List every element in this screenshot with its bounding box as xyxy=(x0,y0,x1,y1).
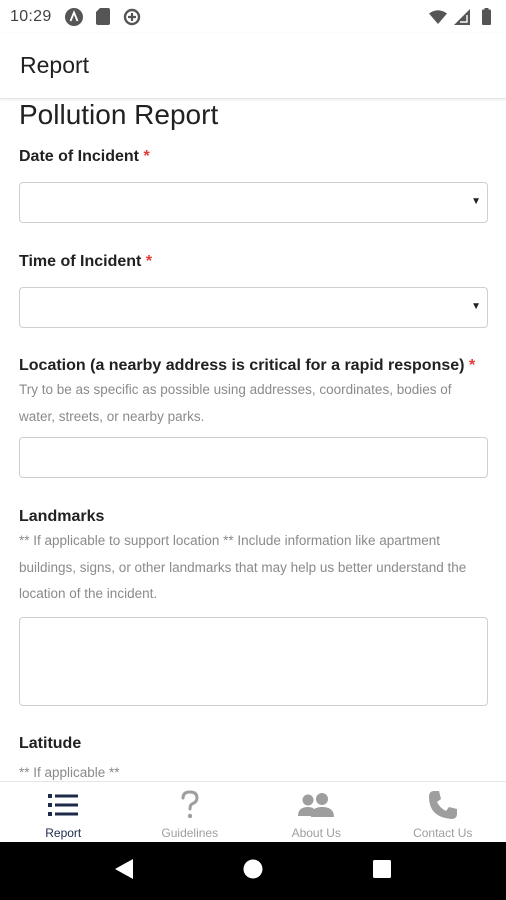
system-navigation-bar xyxy=(0,842,506,900)
required-marker: * xyxy=(145,253,153,270)
home-icon[interactable] xyxy=(243,859,263,884)
nav-label: Guidelines xyxy=(161,826,219,840)
landmarks-textarea[interactable] xyxy=(19,616,488,706)
latitude-label: Latitude xyxy=(19,734,82,752)
date-label: Date of Incident * xyxy=(19,148,150,165)
nav-label: About Us xyxy=(291,826,341,840)
wifi-icon xyxy=(428,7,448,27)
nav-report[interactable]: Report xyxy=(0,782,127,842)
nav-contact-us[interactable]: Contact Us xyxy=(380,782,506,842)
time-field: Time of Incident * ▼ xyxy=(19,252,488,328)
recents-icon[interactable] xyxy=(373,859,391,883)
location-help: Try to be as specific as possible using … xyxy=(19,382,452,424)
location-label: Location (a nearby address is critical f… xyxy=(19,357,476,374)
status-icons-right xyxy=(428,7,496,27)
list-icon xyxy=(48,788,79,822)
required-marker: * xyxy=(468,357,476,374)
location-input[interactable] xyxy=(19,437,488,478)
a-circle-icon xyxy=(64,7,84,27)
landmarks-field: Landmarks ** If applicable to support lo… xyxy=(19,507,488,706)
app-bar-title: Report xyxy=(20,52,90,78)
latitude-field: Latitude ** If applicable ** xyxy=(19,734,488,782)
question-icon xyxy=(180,788,200,822)
users-icon xyxy=(298,788,335,822)
nav-label: Contact Us xyxy=(413,826,473,840)
nav-about-us[interactable]: About Us xyxy=(253,782,380,842)
app-bar: Report xyxy=(0,33,506,99)
signal-icon xyxy=(452,7,472,27)
battery-icon xyxy=(476,7,496,27)
landmarks-help: ** If applicable to support location ** … xyxy=(19,533,467,601)
status-bar: 10:29 xyxy=(0,0,506,33)
caret-down-icon: ▼ xyxy=(471,301,481,312)
phone-icon xyxy=(427,788,459,822)
time-label: Time of Incident * xyxy=(19,253,153,270)
bottom-nav: Report Guidelines About Us Contact Us xyxy=(0,781,506,842)
latitude-help: ** If applicable ** xyxy=(19,764,120,780)
date-select[interactable]: ▼ xyxy=(19,182,488,223)
form-title: Pollution Report xyxy=(19,99,219,130)
required-marker: * xyxy=(143,148,150,165)
nav-label: Report xyxy=(45,826,82,840)
sd-card-icon xyxy=(93,7,113,27)
back-icon[interactable] xyxy=(115,858,133,884)
status-time: 10:29 xyxy=(10,7,52,25)
caret-down-icon: ▼ xyxy=(471,196,481,207)
data-saver-icon xyxy=(122,7,142,27)
time-select[interactable]: ▼ xyxy=(19,287,488,328)
location-field: Location (a nearby address is critical f… xyxy=(19,356,488,478)
nav-guidelines[interactable]: Guidelines xyxy=(127,782,254,842)
date-field: Date of Incident * ▼ xyxy=(19,147,488,223)
status-icons-left xyxy=(64,7,142,27)
form-scroll-area[interactable]: Pollution Report Date of Incident * ▼ Ti… xyxy=(0,99,506,781)
landmarks-label: Landmarks xyxy=(19,508,105,525)
